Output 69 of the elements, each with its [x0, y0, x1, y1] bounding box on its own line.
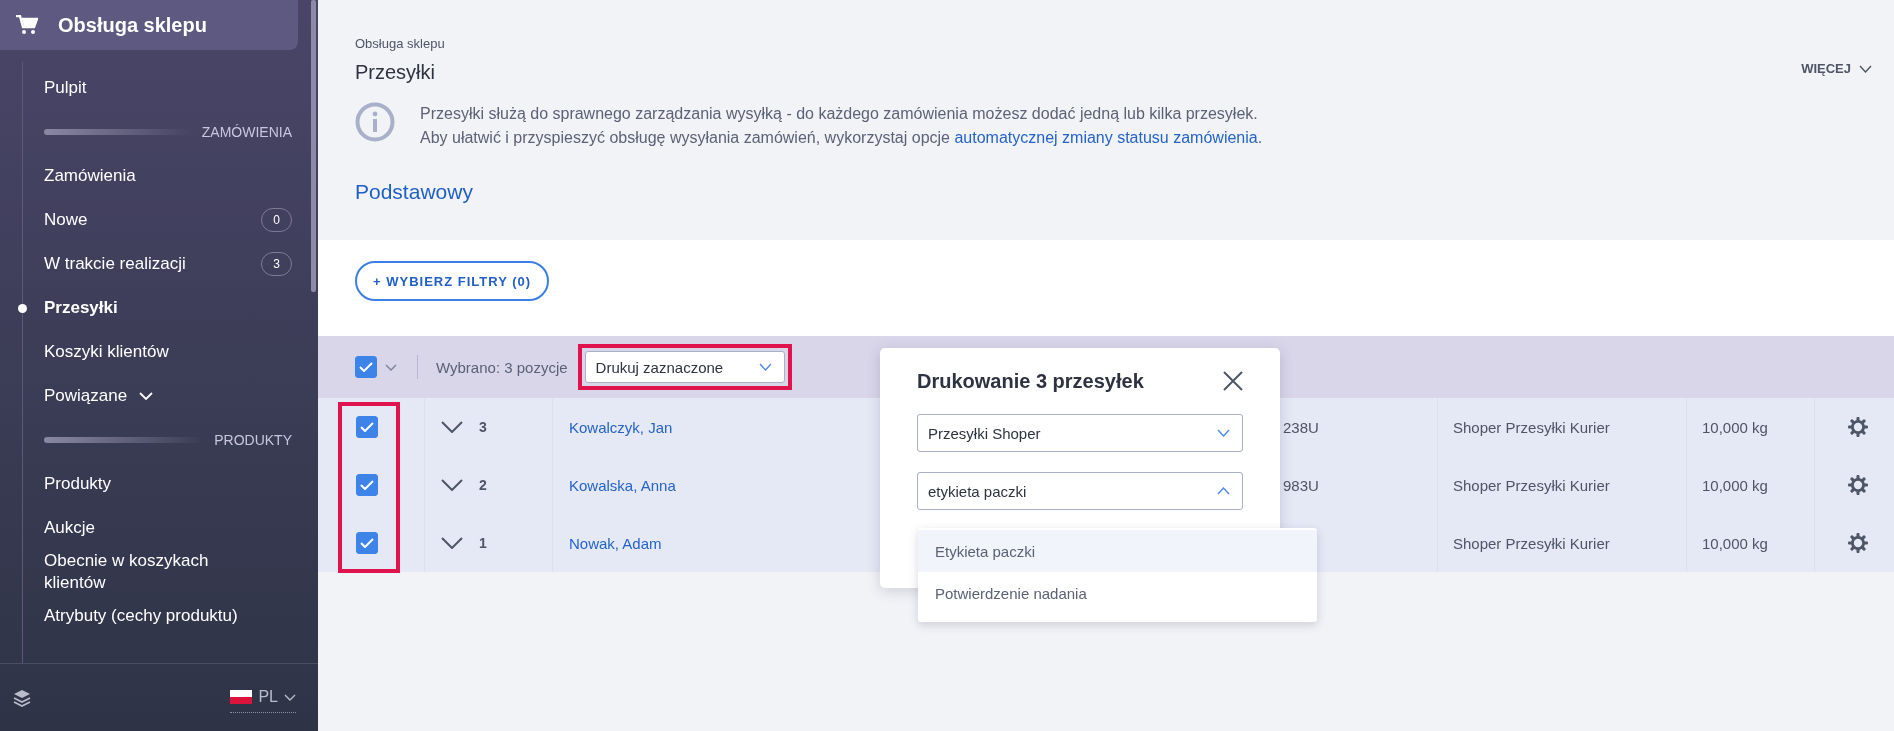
table-cell: 10,000 kg — [1702, 418, 1768, 436]
sidebar-item[interactable]: Obecnie w koszykach klientów — [44, 550, 264, 594]
tab[interactable]: Podstawowy — [355, 180, 473, 203]
row-checkbox[interactable] — [356, 416, 378, 438]
sidebar-item[interactable]: W trakcie realizacji — [44, 253, 186, 275]
section-label: ZAMÓWIENIA — [201, 124, 292, 140]
bulk-action-select[interactable]: Drukuj zaznaczone — [584, 351, 785, 383]
filter-button[interactable]: + WYBIERZ FILTRY (0) — [355, 261, 550, 301]
settings-icon[interactable] — [1848, 417, 1868, 437]
expand-chevron-icon[interactable] — [441, 421, 463, 433]
dropdown-option[interactable]: Etykieta paczki — [918, 530, 1317, 572]
close-icon[interactable] — [1223, 371, 1243, 391]
info-text: Aby ułatwić i przyspieszyć obsługę wysyłania zamówień, wykorzystaj opcje automatycznej zmiany statusu zamówienia. — [420, 128, 1263, 148]
table-cell: Shoper Przesyłki Kurier — [1453, 534, 1610, 552]
selection-count: Wybrano: 3 pozycje — [436, 358, 568, 376]
info-icon — [355, 102, 395, 142]
cart-icon — [16, 15, 38, 35]
table-cell: 10,000 kg — [1702, 476, 1768, 494]
dropdown-field[interactable]: etykieta paczki — [917, 472, 1243, 510]
expand-chevron-icon[interactable] — [441, 479, 463, 491]
info-text: Przesyłki służą do sprawnego zarządzania wysyłką - do każdego zamówienia możesz dodać jedną lub kilka przesyłek. — [420, 104, 1259, 124]
row-checkbox[interactable] — [356, 474, 378, 496]
more-menu[interactable]: WIĘCEJ — [1801, 61, 1872, 76]
sidebar-item[interactable]: Atrybuty (cechy produktu) — [44, 605, 238, 627]
chevron-icon — [758, 363, 772, 371]
chevron-icon — [1859, 64, 1872, 73]
breadcrumb[interactable]: Obsługa sklepu — [355, 36, 445, 51]
language-selector[interactable]: PL — [230, 688, 296, 713]
check-icon — [360, 538, 374, 548]
customer-link[interactable]: Kowalska, Anna — [569, 476, 676, 494]
sidebar-header[interactable]: Obsługa sklepu — [0, 0, 298, 50]
flag-icon — [230, 690, 253, 704]
order-number: 2 — [479, 477, 487, 493]
dropdown-field[interactable]: Przesyłki Shoper — [917, 414, 1243, 452]
layers-icon[interactable] — [12, 687, 32, 708]
check-icon — [360, 480, 374, 490]
sidebar-item[interactable]: Produkty — [44, 473, 112, 495]
status-link[interactable]: automatycznej zmiany statusu zamówienia — [954, 129, 1258, 146]
chevron-icon — [1217, 429, 1230, 437]
order-number: 1 — [479, 535, 487, 551]
sidebar-item[interactable]: Powiązane — [44, 385, 154, 407]
sidebar-item[interactable]: Aukcje — [44, 517, 96, 539]
settings-icon[interactable] — [1848, 533, 1868, 553]
table-cell: 238U — [1283, 418, 1319, 436]
order-number: 3 — [479, 419, 487, 435]
sidebar-item[interactable]: Zamówienia — [44, 165, 136, 187]
row-checkbox[interactable] — [356, 532, 378, 554]
sidebar-item[interactable]: Przesyłki — [44, 297, 118, 319]
chevron-icon — [284, 693, 296, 701]
sidebar-item[interactable]: Koszyki klientów — [44, 341, 169, 363]
select-all-checkbox[interactable] — [355, 356, 377, 378]
chevron-icon[interactable] — [385, 363, 397, 371]
page-title: Przesyłki — [355, 61, 436, 84]
table-cell: 10,000 kg — [1702, 534, 1768, 552]
sidebar-item[interactable]: Pulpit — [44, 77, 87, 99]
check-icon — [360, 422, 374, 432]
section-label: PRODUKTY — [214, 432, 292, 448]
table-cell: Shoper Przesyłki Kurier — [1453, 418, 1610, 436]
chevron-icon — [1217, 487, 1230, 495]
settings-icon[interactable] — [1848, 475, 1868, 495]
dialog-title: Drukowanie 3 przesyłek — [917, 369, 1144, 393]
sidebar-item[interactable]: Nowe — [44, 209, 88, 231]
expand-chevron-icon[interactable] — [441, 537, 463, 549]
check-icon — [359, 362, 373, 372]
customer-link[interactable]: Kowalczyk, Jan — [569, 418, 673, 436]
table-cell: Shoper Przesyłki Kurier — [1453, 476, 1610, 494]
table-cell: 983U — [1283, 476, 1319, 494]
customer-link[interactable]: Nowak, Adam — [569, 534, 662, 552]
dropdown-option[interactable]: Potwierdzenie nadania — [918, 572, 1317, 614]
